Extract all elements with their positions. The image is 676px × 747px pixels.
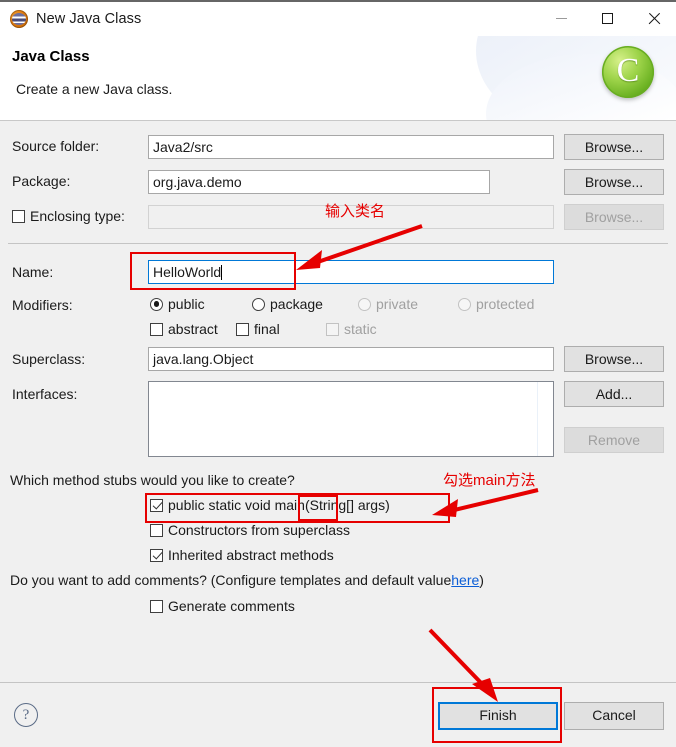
superclass-input[interactable]: java.lang.Object — [148, 347, 554, 371]
radio-package-label: package — [270, 296, 323, 312]
checkbox-static-label: static — [344, 321, 377, 337]
superclass-label-wrap: Superclass: — [12, 351, 85, 367]
modifier-radio-private: private — [358, 296, 418, 312]
page-subtitle: Create a new Java class. — [16, 81, 173, 97]
package-input[interactable]: org.java.demo — [148, 170, 490, 194]
stub-checkbox-constructors[interactable]: Constructors from superclass — [150, 522, 350, 538]
divider-top — [8, 243, 668, 244]
checkbox-final-icon — [236, 322, 249, 336]
radio-public-icon — [150, 297, 163, 311]
checkbox-static-icon — [326, 322, 339, 336]
name-label-wrap: Name: — [12, 264, 53, 280]
interfaces-label-wrap: Interfaces: — [12, 386, 77, 402]
modifiers-label-wrap: Modifiers: — [12, 297, 73, 313]
finish-button[interactable]: Finish — [438, 702, 558, 730]
radio-package-icon — [252, 297, 265, 311]
eclipse-java-icon — [10, 10, 28, 28]
package-label: Package: — [12, 173, 71, 189]
close-icon — [647, 12, 660, 25]
form-area: Source folder: Java2/src Browse... Packa… — [0, 121, 676, 682]
checkbox-constructors-label: Constructors from superclass — [168, 522, 351, 538]
name-input-value: HelloWorld — [153, 264, 222, 280]
close-button[interactable] — [630, 1, 676, 35]
comments-question-suffix: ) — [479, 572, 484, 588]
interfaces-remove-button: Remove — [564, 427, 664, 453]
text-caret — [221, 265, 223, 280]
modifier-checkbox-final[interactable]: final — [236, 321, 280, 337]
cancel-button[interactable]: Cancel — [564, 702, 664, 730]
enclosing-type-label: Enclosing type: — [30, 208, 125, 224]
logo-letter: C — [616, 51, 640, 89]
checkbox-inherited-icon — [150, 548, 163, 562]
java-class-logo-icon: C — [602, 46, 654, 98]
enclosing-type-checkbox[interactable] — [12, 209, 25, 223]
radio-private-label: private — [376, 296, 419, 312]
maximize-icon — [601, 12, 613, 24]
modifier-radio-protected: protected — [458, 296, 534, 312]
modifiers-label: Modifiers: — [12, 297, 73, 313]
modifier-checkbox-abstract[interactable]: abstract — [150, 321, 218, 337]
interfaces-label: Interfaces: — [12, 386, 78, 402]
page-title: Java Class — [12, 48, 90, 65]
title-bar: New Java Class — [0, 0, 676, 36]
name-label: Name: — [12, 264, 54, 280]
window-controls — [538, 1, 676, 37]
help-icon[interactable]: ? — [14, 703, 38, 727]
radio-private-icon — [358, 297, 371, 311]
enclosing-type-row[interactable]: Enclosing type: — [12, 208, 125, 224]
modifier-checkbox-static: static — [326, 321, 377, 337]
checkbox-abstract-label: abstract — [168, 321, 218, 337]
superclass-label: Superclass: — [12, 351, 86, 367]
generate-comments-checkbox-row[interactable]: Generate comments — [150, 598, 295, 614]
package-label-wrap: Package: — [12, 173, 70, 189]
enclosing-type-browse-button: Browse... — [564, 204, 664, 230]
checkbox-final-label: final — [254, 321, 280, 337]
name-input[interactable]: HelloWorld — [148, 260, 554, 284]
package-browse-button[interactable]: Browse... — [564, 169, 664, 195]
minimize-button[interactable] — [538, 1, 584, 35]
modifier-radio-public[interactable]: public — [150, 296, 205, 312]
new-java-class-dialog: New Java Class Java Class Create a new J… — [0, 0, 676, 747]
method-stubs-question-wrap: Which method stubs would you like to cre… — [10, 472, 295, 488]
radio-public-label: public — [168, 296, 205, 312]
checkbox-main-label: public static void main(String[] args) — [168, 497, 390, 513]
radio-protected-label: protected — [476, 296, 535, 312]
checkbox-abstract-icon — [150, 322, 163, 336]
checkbox-inherited-label: Inherited abstract methods — [168, 547, 334, 563]
checkbox-constructors-icon — [150, 523, 163, 537]
source-folder-label-wrap: Source folder: — [12, 138, 99, 154]
interfaces-add-button[interactable]: Add... — [564, 381, 664, 407]
method-stubs-question: Which method stubs would you like to cre… — [10, 472, 295, 488]
checkbox-generate-comments-icon — [150, 599, 163, 613]
modifier-radio-package[interactable]: package — [252, 296, 323, 312]
source-folder-input[interactable]: Java2/src — [148, 135, 554, 159]
maximize-button[interactable] — [584, 1, 630, 35]
configure-templates-link[interactable]: here — [451, 572, 479, 588]
interfaces-list[interactable] — [148, 381, 554, 457]
stub-checkbox-main[interactable]: public static void main(String[] args) — [150, 497, 390, 513]
stub-checkbox-inherited[interactable]: Inherited abstract methods — [150, 547, 334, 563]
window-title: New Java Class — [36, 11, 142, 27]
superclass-browse-button[interactable]: Browse... — [564, 346, 664, 372]
source-folder-browse-button[interactable]: Browse... — [564, 134, 664, 160]
interfaces-list-scrollbar[interactable] — [537, 382, 553, 456]
source-folder-label: Source folder: — [12, 138, 100, 154]
comments-question-wrap: Do you want to add comments? (Configure … — [10, 572, 484, 588]
radio-protected-icon — [458, 297, 471, 311]
enclosing-type-input — [148, 205, 554, 229]
comments-question-prefix: Do you want to add comments? (Configure … — [10, 572, 452, 588]
checkbox-main-icon — [150, 498, 163, 512]
dialog-header: Java Class Create a new Java class. C — [0, 36, 676, 121]
minimize-icon — [555, 17, 567, 19]
checkbox-generate-comments-label: Generate comments — [168, 598, 295, 614]
